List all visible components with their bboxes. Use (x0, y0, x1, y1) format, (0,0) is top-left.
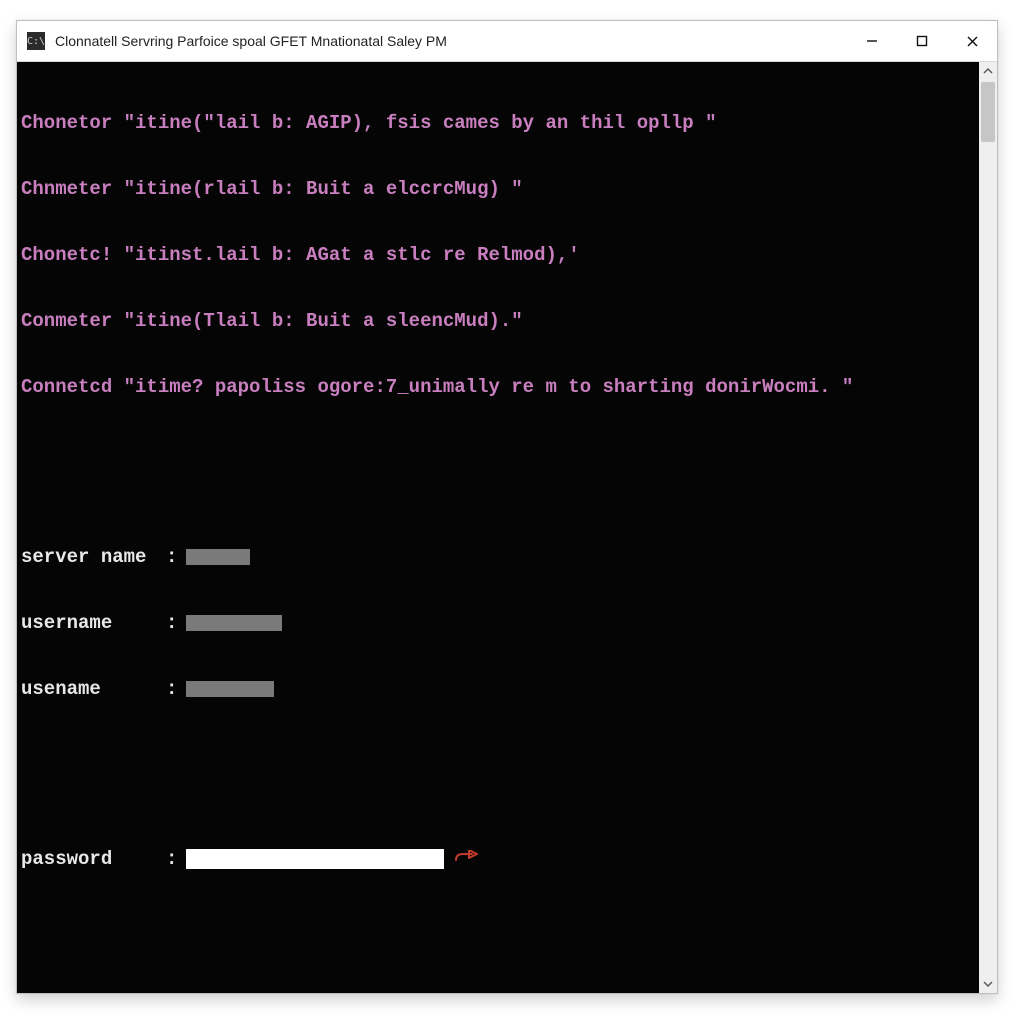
window-title: Clonnatell Servring Parfoice spoal GFET … (55, 33, 447, 49)
console-window: C:\ Clonnatell Servring Parfoice spoal G… (16, 20, 998, 994)
enter-arrow-icon (454, 850, 482, 868)
field-username: username: (21, 612, 975, 634)
log-line: Chonetor "itine("lail b: AGIP), fsis cam… (21, 112, 975, 134)
password-input[interactable] (186, 849, 444, 869)
masked-value (186, 615, 282, 631)
log-line: Conmeter "itine(Tlail b: Buit a sleencMu… (21, 310, 975, 332)
minimize-icon (866, 35, 878, 47)
chevron-down-icon (983, 979, 993, 989)
scroll-down-button[interactable] (979, 975, 997, 993)
chevron-up-icon (983, 66, 993, 76)
close-icon (966, 35, 979, 48)
log-line: Chonetc! "itinst.lail b: AGat a stlc re … (21, 244, 975, 266)
field-label: usename (21, 678, 166, 700)
client-area: Chonetor "itine("lail b: AGIP), fsis cam… (17, 62, 997, 993)
field-label: server name (21, 546, 166, 568)
scroll-up-button[interactable] (979, 62, 997, 80)
masked-value (186, 681, 274, 697)
field-usename: usename: (21, 678, 975, 700)
vertical-scrollbar[interactable] (979, 62, 997, 993)
masked-value (186, 549, 250, 565)
field-label: username (21, 612, 166, 634)
minimize-button[interactable] (847, 21, 897, 61)
console-output[interactable]: Chonetor "itine("lail b: AGIP), fsis cam… (17, 62, 979, 993)
maximize-button[interactable] (897, 21, 947, 61)
field-label: password (21, 848, 166, 870)
app-icon: C:\ (27, 32, 45, 50)
maximize-icon (916, 35, 928, 47)
field-server-name: server name: (21, 546, 975, 568)
scrollbar-track[interactable] (979, 80, 997, 975)
log-line: Connetcd "itime? papoliss ogore:7_unimal… (21, 376, 975, 398)
titlebar: C:\ Clonnatell Servring Parfoice spoal G… (17, 21, 997, 62)
log-line: Chnmeter "itine(rlail b: Buit a elccrcMu… (21, 178, 975, 200)
scrollbar-thumb[interactable] (981, 82, 995, 142)
close-button[interactable] (947, 21, 997, 61)
field-password-active: password: (21, 848, 975, 870)
